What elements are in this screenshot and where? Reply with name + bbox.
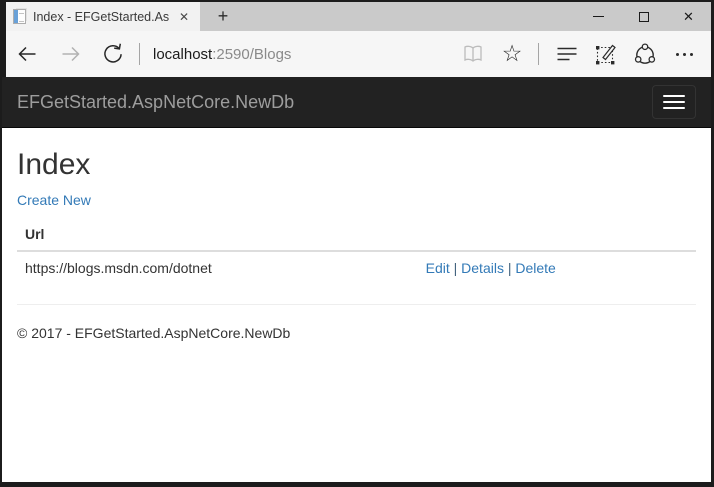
more-actions-button[interactable]: [671, 41, 697, 67]
action-separator: |: [454, 260, 458, 276]
favorites-button[interactable]: ☆: [499, 41, 525, 67]
minimize-button[interactable]: [576, 2, 621, 31]
page-content: Index Create New Url https://blogs.msdn.…: [2, 128, 711, 482]
share-button[interactable]: [632, 41, 658, 67]
close-button[interactable]: ✕: [666, 2, 711, 31]
hamburger-icon: [663, 95, 685, 97]
toolbar-right-icons: ☆: [447, 41, 697, 67]
navbar-brand-link[interactable]: EFGetStarted.AspNetCore.NewDb: [17, 92, 294, 113]
address-bar[interactable]: localhost:2590/Blogs: [153, 46, 291, 63]
footer-divider: [17, 304, 696, 305]
browser-window: Index - EFGetStarted.As ✕ + ✕ localhost:…: [0, 0, 714, 487]
tab-strip: Index - EFGetStarted.As ✕ + ✕: [2, 2, 711, 31]
address-host: localhost: [153, 46, 212, 63]
site-navbar: EFGetStarted.AspNetCore.NewDb: [2, 77, 711, 128]
maximize-icon: [639, 12, 649, 22]
table-row: https://blogs.msdn.com/dotnet Edit | Det…: [17, 251, 696, 284]
page-footer: © 2017 - EFGetStarted.AspNetCore.NewDb: [17, 325, 696, 341]
web-note-button[interactable]: [593, 41, 619, 67]
back-button[interactable]: [14, 41, 40, 67]
refresh-icon: [100, 41, 126, 67]
column-header-actions: [418, 218, 696, 251]
tab-close-icon[interactable]: ✕: [176, 8, 192, 26]
blogs-table: Url https://blogs.msdn.com/dotnet Edit |…: [17, 218, 696, 284]
maximize-button[interactable]: [621, 2, 666, 31]
back-arrow-icon: [14, 41, 40, 67]
star-icon: ☆: [502, 43, 523, 66]
copyright-text: © 2017 - EFGetStarted.AspNetCore.NewDb: [17, 325, 696, 341]
toolbar-divider: [538, 43, 539, 65]
hub-button[interactable]: [554, 41, 580, 67]
edit-link[interactable]: Edit: [426, 260, 450, 276]
page-title: Index: [17, 148, 696, 182]
refresh-button[interactable]: [100, 41, 126, 67]
hub-lines-icon: [554, 41, 580, 67]
action-separator: |: [508, 260, 512, 276]
share-icon: [632, 41, 658, 67]
tab-favicon-icon: [13, 9, 26, 24]
book-icon: [460, 41, 486, 67]
create-new-link[interactable]: Create New: [17, 192, 91, 208]
new-tab-button[interactable]: +: [208, 2, 238, 31]
blog-url-cell: https://blogs.msdn.com/dotnet: [17, 251, 418, 284]
forward-arrow-icon: [58, 41, 84, 67]
tab-title: Index - EFGetStarted.As: [33, 10, 169, 24]
browser-tab[interactable]: Index - EFGetStarted.As ✕: [6, 2, 200, 31]
toolbar-divider: [139, 43, 140, 65]
details-link[interactable]: Details: [461, 260, 504, 276]
address-path: :2590/Blogs: [212, 46, 291, 63]
ellipsis-icon: [676, 53, 693, 56]
forward-button[interactable]: [58, 41, 84, 67]
minimize-icon: [593, 16, 604, 17]
browser-toolbar: localhost:2590/Blogs ☆: [2, 31, 711, 77]
delete-link[interactable]: Delete: [515, 260, 555, 276]
navbar-toggle-button[interactable]: [652, 85, 696, 119]
reading-view-button[interactable]: [460, 41, 486, 67]
column-header-url: Url: [17, 218, 418, 251]
window-controls: ✕: [576, 2, 711, 31]
row-actions-cell: Edit | Details | Delete: [418, 251, 696, 284]
web-note-pencil-icon: [593, 41, 619, 67]
close-icon: ✕: [683, 10, 694, 23]
